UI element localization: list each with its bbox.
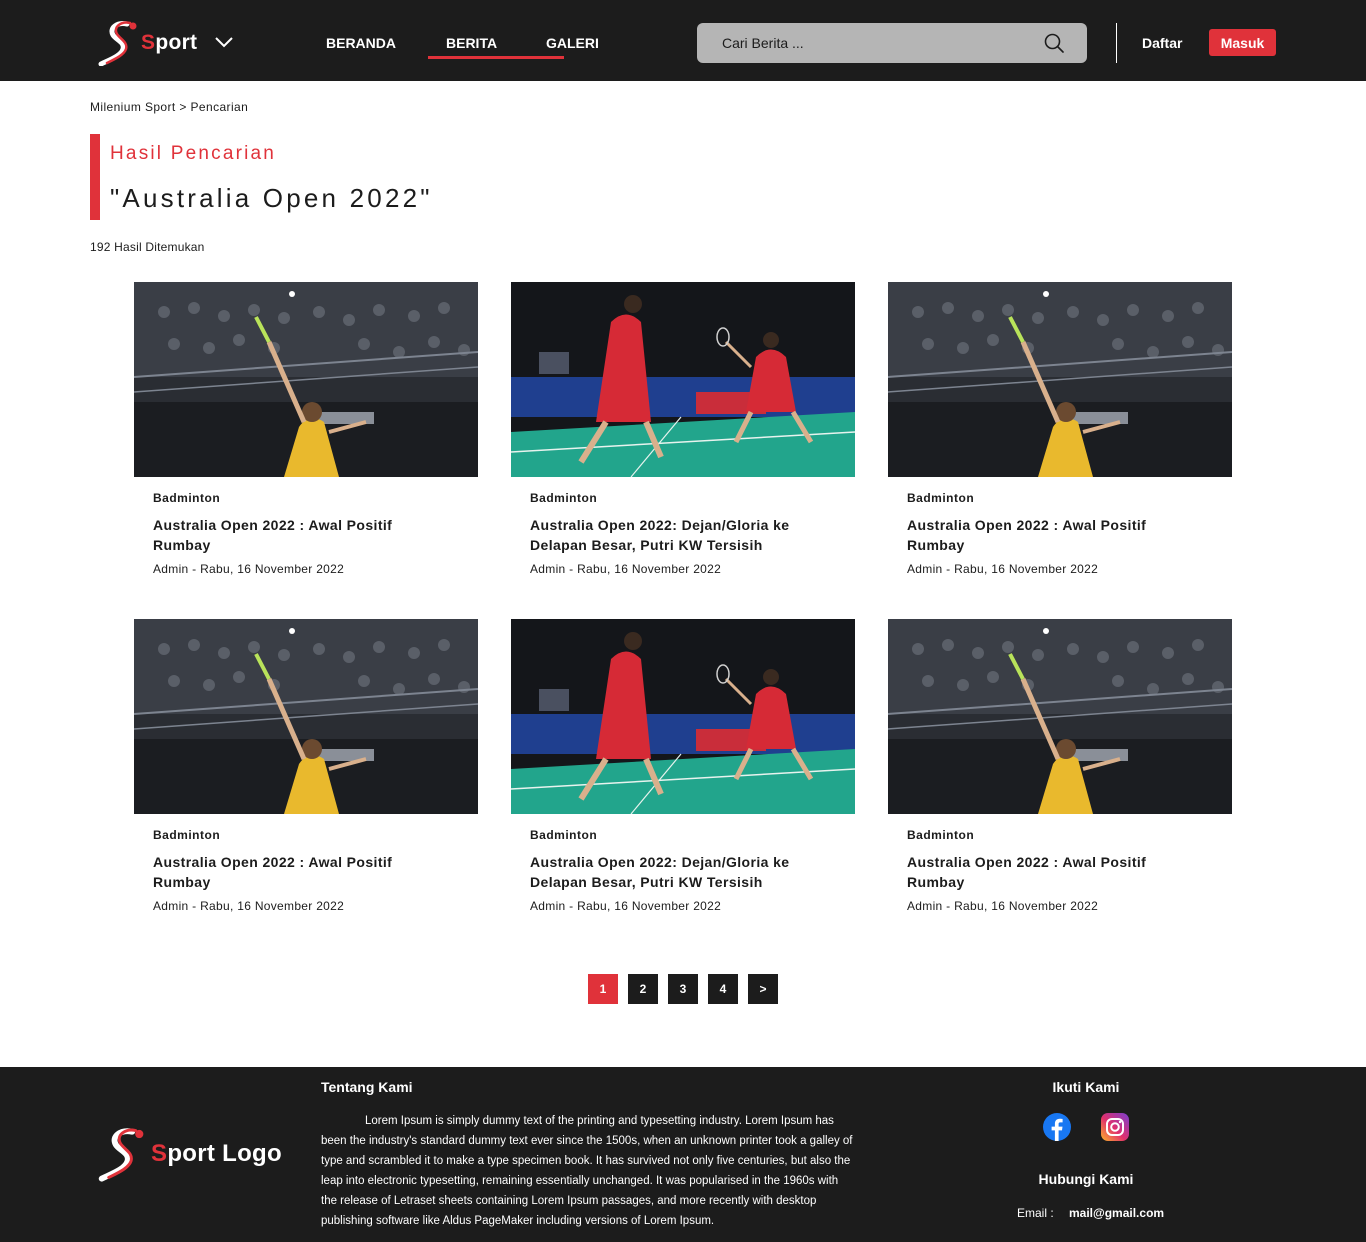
card-meta: Admin - Rabu, 16 November 2022: [907, 899, 1099, 913]
news-card[interactable]: Badminton Australia Open 2022 : Awal Pos…: [888, 282, 1232, 576]
header-divider: [1116, 23, 1117, 63]
breadcrumb-separator: >: [179, 100, 187, 114]
card-category[interactable]: Badminton: [530, 828, 836, 842]
site-footer: Sport Logo Tentang Kami Lorem Ipsum is s…: [0, 1067, 1366, 1242]
card-title[interactable]: Australia Open 2022 : Awal Positif Rumba…: [153, 852, 453, 892]
news-card[interactable]: Badminton Australia Open 2022: Dejan/Glo…: [511, 619, 855, 913]
site-logo[interactable]: Sport: [97, 20, 233, 66]
login-button[interactable]: Masuk: [1209, 29, 1276, 56]
logo-text: Sport: [141, 31, 198, 54]
card-meta: Admin - Rabu, 16 November 2022: [153, 562, 345, 576]
next-page-button[interactable]: >: [748, 974, 778, 1004]
footer-logo[interactable]: Sport Logo: [97, 1125, 282, 1183]
card-category[interactable]: Badminton: [907, 828, 1213, 842]
main-nav: BERANDA BERITA GALERI: [326, 34, 599, 59]
card-image-badminton-single: [134, 282, 478, 477]
card-image-badminton-single: [134, 619, 478, 814]
breadcrumb-current: Pencarian: [190, 100, 249, 114]
contact-title: Hubungi Kami: [1038, 1171, 1134, 1187]
card-title[interactable]: Australia Open 2022: Dejan/Gloria ke Del…: [530, 515, 830, 555]
about-title: Tentang Kami: [321, 1079, 413, 1095]
card-image-badminton-doubles: [511, 282, 855, 477]
nav-item-beranda[interactable]: BERANDA: [326, 34, 446, 56]
runner-logo-icon: [98, 21, 137, 66]
card-image-badminton-single: [888, 619, 1232, 814]
card-title[interactable]: Australia Open 2022 : Awal Positif Rumba…: [153, 515, 453, 555]
about-text: Lorem Ipsum is simply dummy text of the …: [321, 1115, 853, 1227]
instagram-icon[interactable]: [1101, 1113, 1129, 1141]
search-input[interactable]: [697, 23, 1037, 63]
page-button-4[interactable]: 4: [708, 974, 738, 1004]
title-accent-bar: [90, 134, 100, 220]
results-count: 192 Hasil Ditemukan: [90, 240, 205, 254]
search-box: [697, 23, 1087, 63]
search-query-title: "Australia Open 2022": [110, 183, 433, 213]
card-title[interactable]: Australia Open 2022 : Awal Positif Rumba…: [907, 852, 1207, 892]
card-category[interactable]: Badminton: [153, 828, 459, 842]
follow-title: Ikuti Kami: [1052, 1079, 1120, 1095]
card-meta: Admin - Rabu, 16 November 2022: [907, 562, 1099, 576]
breadcrumb: Milenium Sport > Pencarian: [90, 100, 248, 114]
footer-logo-text: Sport Logo: [151, 1140, 282, 1167]
email-label: Email :: [1017, 1206, 1054, 1220]
runner-logo-icon: [98, 1128, 144, 1182]
card-title[interactable]: Australia Open 2022: Dejan/Gloria ke Del…: [530, 852, 830, 892]
page-button-2[interactable]: 2: [628, 974, 658, 1004]
card-image-badminton-single: [888, 282, 1232, 477]
page-button-3[interactable]: 3: [668, 974, 698, 1004]
nav-item-galeri[interactable]: GALERI: [546, 34, 599, 56]
chevron-down-icon[interactable]: [214, 36, 234, 48]
nav-item-berita[interactable]: BERITA: [428, 34, 564, 59]
breadcrumb-home[interactable]: Milenium Sport: [90, 100, 176, 114]
card-category[interactable]: Badminton: [907, 491, 1213, 505]
page-button-1[interactable]: 1: [588, 974, 618, 1004]
results-label: Hasil Pencarian: [110, 143, 277, 164]
search-icon[interactable]: [1044, 33, 1064, 53]
card-category[interactable]: Badminton: [530, 491, 836, 505]
register-link[interactable]: Daftar: [1142, 35, 1182, 51]
card-meta: Admin - Rabu, 16 November 2022: [153, 899, 345, 913]
pagination: 1 2 3 4 >: [588, 974, 788, 1004]
site-header: Sport BERANDA BERITA GALERI Daftar Masuk: [0, 0, 1366, 81]
email-link[interactable]: mail@gmail.com: [1069, 1206, 1164, 1220]
news-card[interactable]: Badminton Australia Open 2022 : Awal Pos…: [134, 282, 478, 576]
card-meta: Admin - Rabu, 16 November 2022: [530, 899, 722, 913]
news-card[interactable]: Badminton Australia Open 2022 : Awal Pos…: [888, 619, 1232, 913]
card-category[interactable]: Badminton: [153, 491, 459, 505]
card-title[interactable]: Australia Open 2022 : Awal Positif Rumba…: [907, 515, 1207, 555]
card-meta: Admin - Rabu, 16 November 2022: [530, 562, 722, 576]
facebook-icon[interactable]: [1043, 1113, 1071, 1141]
news-card[interactable]: Badminton Australia Open 2022: Dejan/Glo…: [511, 282, 855, 576]
card-image-badminton-doubles: [511, 619, 855, 814]
news-card[interactable]: Badminton Australia Open 2022 : Awal Pos…: [134, 619, 478, 913]
